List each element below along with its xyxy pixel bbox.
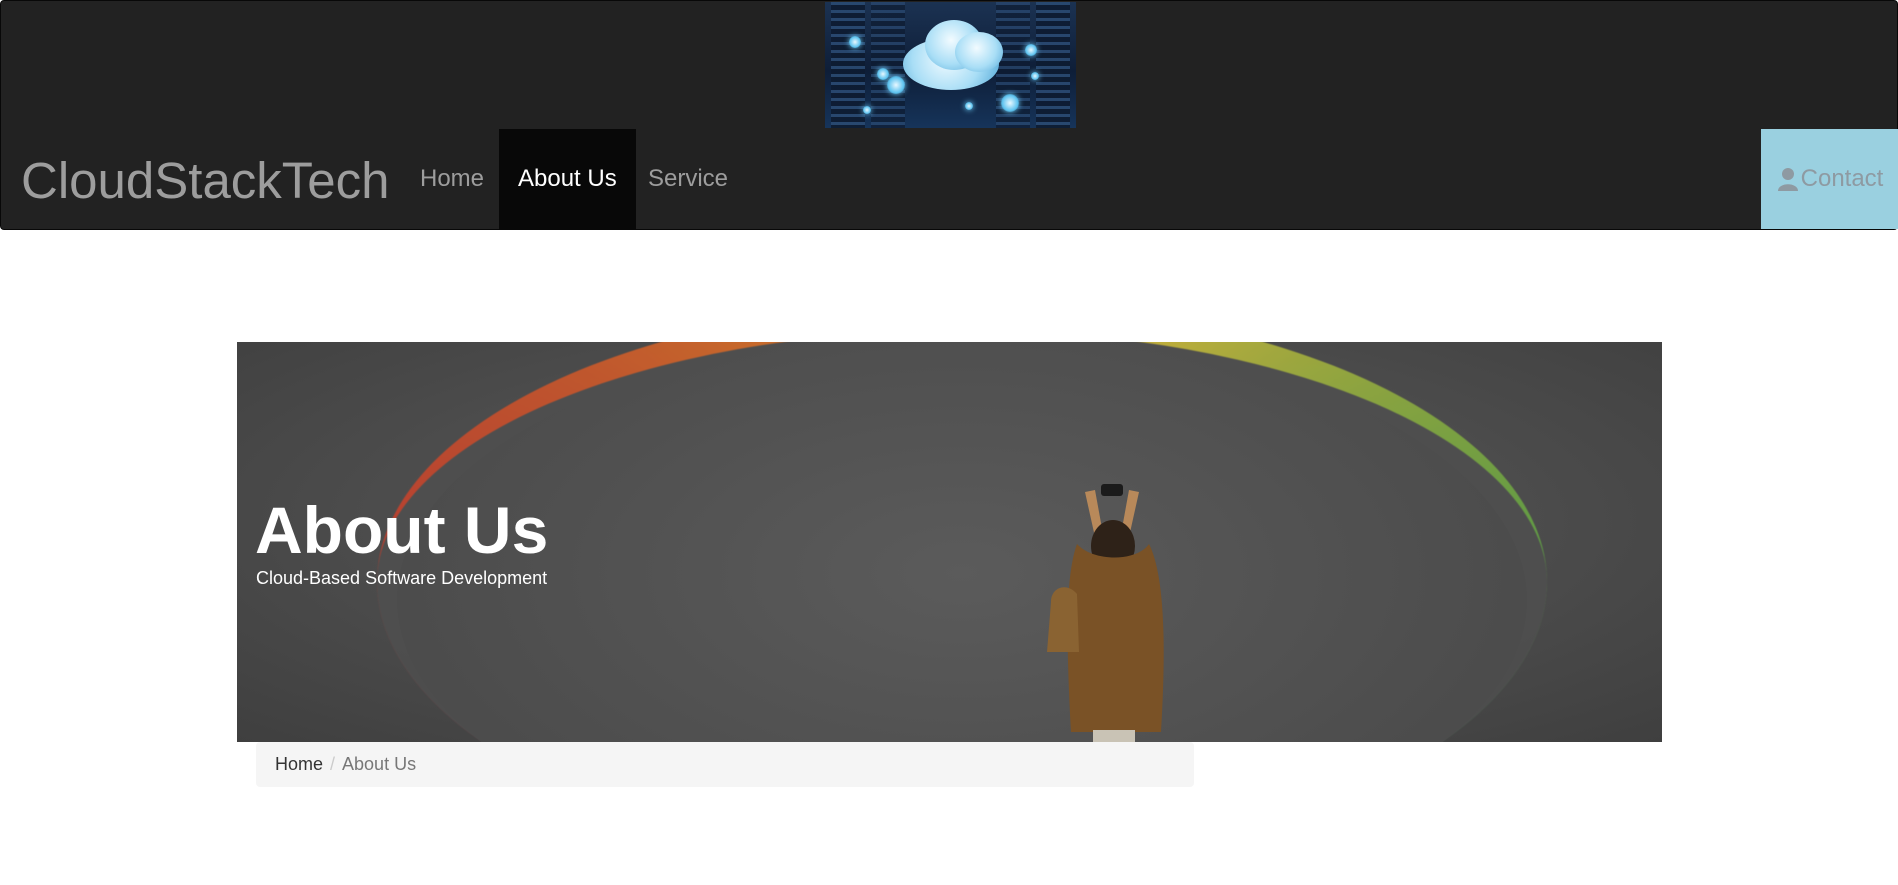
nav-service[interactable]: Service [629,129,747,229]
top-navbar: CloudStackTech Home About Us Service Con… [0,0,1898,230]
breadcrumb: Home / About Us [256,742,1194,787]
contact-label: Contact [1800,165,1884,192]
hero-title: About Us [255,493,549,567]
nav-about-us[interactable]: About Us [499,129,636,229]
hero-banner: About Us Cloud-Based Software Developmen… [237,342,1662,742]
breadcrumb-home-link[interactable]: Home [275,754,323,775]
brand-logo-text[interactable]: CloudStackTech [21,151,390,211]
breadcrumb-separator: / [330,754,336,774]
contact-button[interactable]: Contact [1761,129,1898,229]
breadcrumb-current: About Us [342,754,417,774]
user-icon [1777,168,1798,191]
cloud-server-banner-image [825,2,1076,128]
person-photographer-image [1047,484,1164,742]
nav-home[interactable]: Home [401,129,503,229]
hero-subtitle: Cloud-Based Software Development [256,568,548,588]
